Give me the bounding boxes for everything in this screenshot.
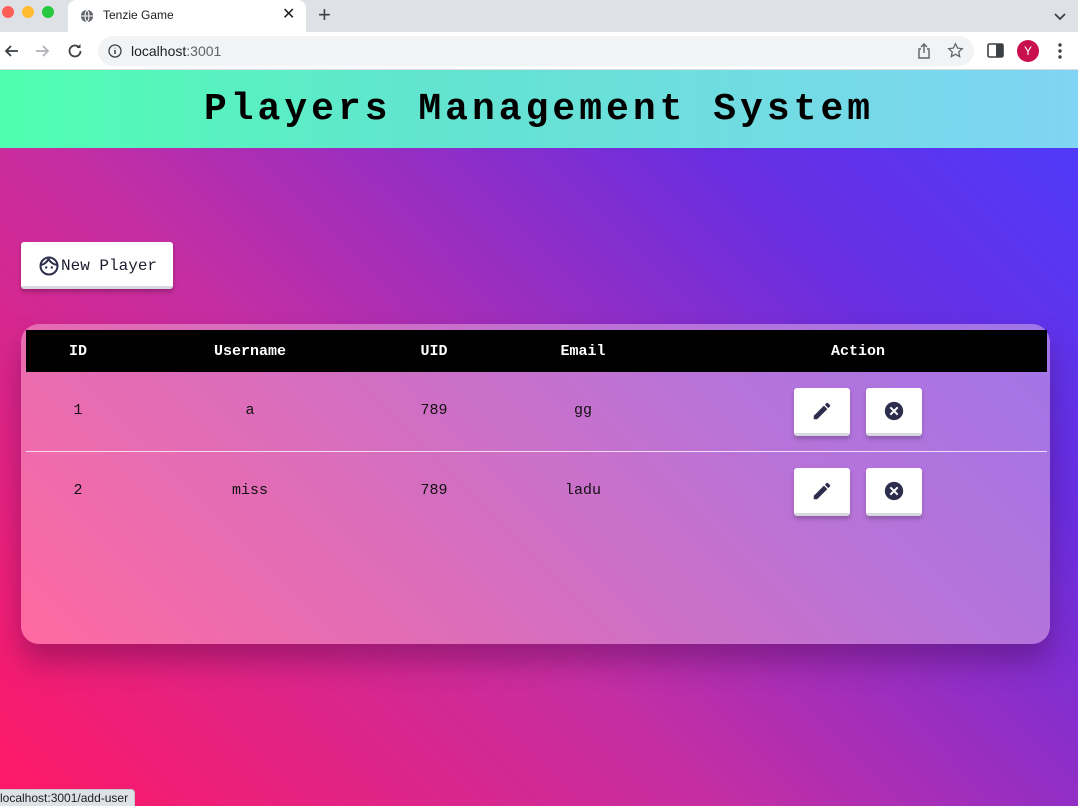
back-arrow-icon[interactable] xyxy=(2,41,22,61)
edit-button[interactable] xyxy=(794,388,850,436)
info-icon[interactable] xyxy=(108,44,122,58)
cell-email: ladu xyxy=(564,482,602,499)
status-bar-url: localhost:3001/add-user xyxy=(0,789,136,806)
face-icon xyxy=(39,256,59,276)
url-text: localhost:3001 xyxy=(131,43,221,59)
cell-username: miss xyxy=(231,482,269,499)
edit-pencil-icon xyxy=(813,402,831,420)
cell-username: a xyxy=(245,402,255,419)
column-header-id: ID xyxy=(68,343,88,360)
cell-uid: 789 xyxy=(420,482,448,499)
delete-button[interactable] xyxy=(866,468,922,516)
share-icon[interactable] xyxy=(916,43,932,59)
cell-uid: 789 xyxy=(420,402,448,419)
forward-arrow-icon[interactable] xyxy=(32,41,52,61)
page-title: Players Management System xyxy=(203,88,875,131)
players-table-card: ID Username UID Email Action 1 a 789 gg xyxy=(21,324,1050,644)
delete-x-circle-icon xyxy=(884,401,904,421)
table-header: ID Username UID Email Action xyxy=(26,330,1047,372)
avatar[interactable]: Y xyxy=(1017,40,1039,62)
kebab-menu-icon[interactable] xyxy=(1054,41,1066,61)
column-header-action: Action xyxy=(830,343,886,360)
browser-toolbar: localhost:3001 Y xyxy=(0,32,1078,70)
edit-pencil-icon xyxy=(813,482,831,500)
star-icon[interactable] xyxy=(947,42,964,59)
tab-title: Tenzie Game xyxy=(103,8,174,22)
column-header-username: Username xyxy=(213,343,287,360)
url-host: localhost xyxy=(131,43,187,59)
cell-id: 1 xyxy=(73,402,83,419)
column-header-uid: UID xyxy=(420,343,448,360)
page-viewport: Players Management System New Player ID … xyxy=(0,70,1078,806)
new-player-label: New Player xyxy=(61,257,158,275)
column-header-email: Email xyxy=(560,343,606,360)
window-close-button[interactable] xyxy=(2,6,14,18)
edit-button[interactable] xyxy=(794,468,850,516)
cell-email: gg xyxy=(573,402,593,419)
page-header: Players Management System xyxy=(0,70,1078,148)
globe-icon xyxy=(80,9,94,23)
delete-button[interactable] xyxy=(866,388,922,436)
new-player-button[interactable]: New Player xyxy=(21,242,173,289)
side-panel-icon[interactable] xyxy=(987,42,1004,59)
close-icon[interactable]: ✕ xyxy=(282,6,295,24)
plus-icon[interactable]: + xyxy=(318,4,331,26)
window-minimize-button[interactable] xyxy=(22,6,34,18)
table-row: 1 a 789 gg xyxy=(26,372,1047,452)
browser-tab-bar: Tenzie Game ✕ + xyxy=(0,0,1078,32)
window-maximize-button[interactable] xyxy=(42,6,54,18)
reload-icon[interactable] xyxy=(65,41,85,61)
delete-x-circle-icon xyxy=(884,481,904,501)
chevron-down-icon[interactable] xyxy=(1052,8,1068,24)
url-port: :3001 xyxy=(186,43,222,59)
table-row: 2 miss 789 ladu xyxy=(26,452,1047,532)
browser-tab[interactable]: Tenzie Game ✕ xyxy=(68,0,306,32)
cell-id: 2 xyxy=(73,482,83,499)
address-bar[interactable]: localhost:3001 xyxy=(98,36,974,66)
